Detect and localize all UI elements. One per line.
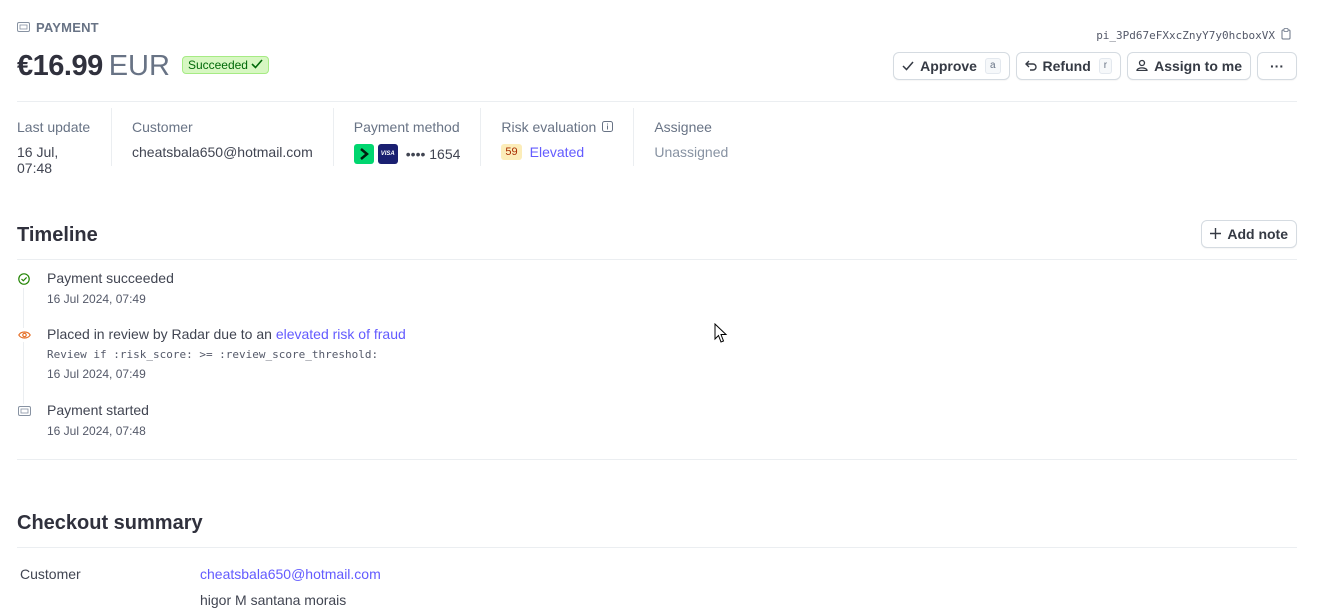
approve-label: Approve xyxy=(920,58,977,74)
refund-shortcut: r xyxy=(1098,58,1113,74)
action-buttons: Approve a Refund r Assign to me ··· xyxy=(893,52,1297,80)
eyebrow-label: PAYMENT xyxy=(36,20,99,35)
timeline-event: Payment succeeded 16 Jul 2024, 07:49 xyxy=(17,270,174,306)
summary-payment-method: Payment method VISA •••• 1654 xyxy=(332,108,481,166)
assignee-value[interactable]: Unassigned xyxy=(654,144,728,160)
check-icon xyxy=(251,58,263,72)
payment-method-value: VISA •••• 1654 xyxy=(353,144,461,164)
payment-id-row: pi_3Pd67eFXxcZnyY7y0hcboxVX xyxy=(1096,28,1291,43)
checkout-divider xyxy=(17,547,1297,548)
add-note-label: Add note xyxy=(1227,226,1288,242)
page-eyebrow: PAYMENT xyxy=(17,20,99,35)
risk-label-row: Risk evaluation xyxy=(501,119,614,135)
payment-icon xyxy=(17,20,30,35)
approve-shortcut: a xyxy=(984,58,1001,74)
last-update-value: 16 Jul, 07:48 xyxy=(17,144,59,176)
more-label: ··· xyxy=(1270,58,1284,74)
event-time: 16 Jul 2024, 07:49 xyxy=(47,292,146,306)
check-circle-icon xyxy=(17,272,31,286)
status-badge: Succeeded xyxy=(181,56,269,74)
event-time: 16 Jul 2024, 07:48 xyxy=(47,424,146,438)
payment-method-label: Payment method xyxy=(353,119,460,135)
event-title: Placed in review by Radar due to an elev… xyxy=(47,326,406,342)
amount-value: €16.99 xyxy=(17,50,103,82)
copy-icon[interactable] xyxy=(1281,28,1291,43)
approve-button[interactable]: Approve a xyxy=(893,52,1010,80)
event-title-text: Placed in review by Radar due to an xyxy=(47,326,276,342)
header-divider xyxy=(17,101,1297,102)
risk-level-link[interactable]: Elevated xyxy=(530,144,584,160)
user-icon xyxy=(1136,58,1148,74)
summary-last-update: Last update 16 Jul, 07:48 xyxy=(17,108,111,176)
assign-to-me-button[interactable]: Assign to me xyxy=(1127,52,1251,80)
event-title: Payment succeeded xyxy=(47,270,174,286)
eye-icon xyxy=(17,328,31,342)
add-note-button[interactable]: Add note xyxy=(1201,220,1297,248)
mouse-cursor-icon xyxy=(714,322,728,349)
link-pay-icon xyxy=(353,144,374,164)
timeline-divider xyxy=(17,259,1297,260)
event-title: Payment started xyxy=(47,402,149,418)
visa-icon: VISA xyxy=(377,144,398,164)
undo-icon xyxy=(1024,58,1037,74)
risk-label: Risk evaluation xyxy=(501,119,597,135)
summary-customer: Customer cheatsbala650@hotmail.com xyxy=(111,108,333,166)
risk-value: 59 Elevated xyxy=(501,144,613,160)
risk-score-badge: 59 xyxy=(501,144,522,160)
refund-label: Refund xyxy=(1042,58,1091,74)
assign-label: Assign to me xyxy=(1154,58,1242,74)
checkout-customer-email[interactable]: cheatsbala650@hotmail.com xyxy=(200,566,381,582)
timeline-event: Placed in review by Radar due to an elev… xyxy=(17,326,406,381)
info-icon[interactable] xyxy=(602,119,614,135)
customer-label: Customer xyxy=(132,119,193,135)
summary-risk: Risk evaluation 59 Elevated xyxy=(480,108,633,166)
check-icon xyxy=(902,58,914,74)
timeline-event: Payment started 16 Jul 2024, 07:48 xyxy=(17,402,149,438)
rule-code: Review if :risk_score: >= :review_score_… xyxy=(47,348,379,361)
checkout-summary-title: Checkout summary xyxy=(17,512,203,534)
timeline-title: Timeline xyxy=(17,224,98,246)
refund-button[interactable]: Refund r xyxy=(1015,52,1122,80)
fraud-risk-link[interactable]: elevated risk of fraud xyxy=(276,326,406,342)
card-last4: •••• 1654 xyxy=(405,146,461,162)
payment-summary: Last update 16 Jul, 07:48 Customer cheat… xyxy=(17,108,748,176)
summary-assignee: Assignee Unassigned xyxy=(633,108,748,166)
plus-icon xyxy=(1210,226,1222,242)
customer-link[interactable]: cheatsbala650@hotmail.com xyxy=(132,144,313,160)
amount-currency: EUR xyxy=(108,50,170,82)
last-update-label: Last update xyxy=(17,119,91,135)
more-actions-button[interactable]: ··· xyxy=(1257,52,1297,80)
event-time: 16 Jul 2024, 07:49 xyxy=(47,367,146,381)
payment-id: pi_3Pd67eFXxcZnyY7y0hcboxVX xyxy=(1096,29,1275,42)
checkout-customer-label: Customer xyxy=(20,566,81,582)
payment-icon xyxy=(17,404,31,418)
timeline-bottom-divider xyxy=(17,459,1297,460)
status-label: Succeeded xyxy=(187,58,248,72)
checkout-customer-name: higor M santana morais xyxy=(200,592,347,608)
amount-heading: €16.99 EUR Succeeded xyxy=(17,50,269,83)
assignee-label: Assignee xyxy=(654,119,712,135)
